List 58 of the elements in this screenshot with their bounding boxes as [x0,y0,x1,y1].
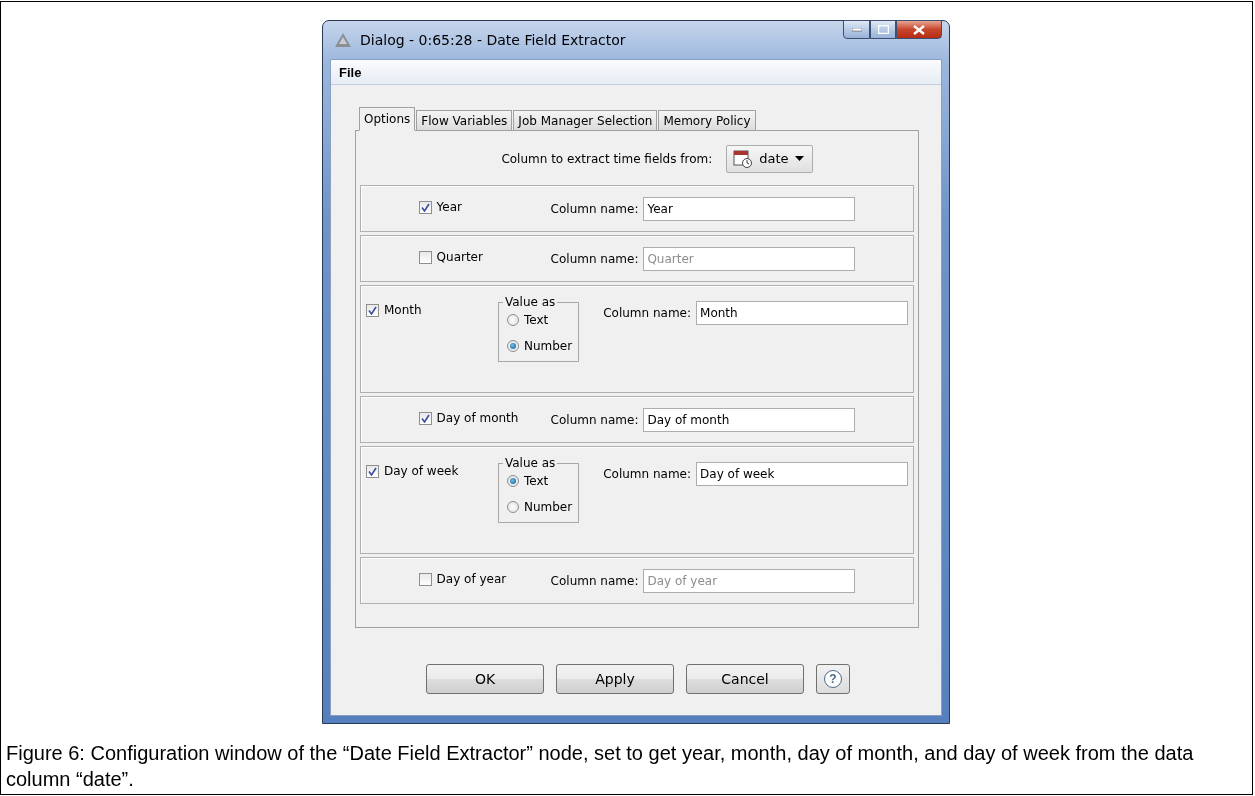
field-label: Column name: [550,574,639,588]
dialog-button[interactable]: OK [426,664,544,694]
checkbox-label: Month [383,303,422,317]
window-title: Dialog - 0:65:28 - Date Field Extractor [360,32,626,48]
app-icon [334,32,352,48]
checkbox[interactable] [365,303,379,317]
group-title: Value as [503,295,557,309]
close-icon [913,24,925,35]
checkbox-label: Day of year [436,572,507,586]
minimize-button[interactable] [843,20,870,39]
help-button[interactable]: ? [816,664,850,694]
tab[interactable]: Memory Policy [658,110,756,131]
radio-button[interactable] [506,475,519,487]
figure-caption: Figure 6: Configuration window of the “Date Field Extractor” node, set to get year, month, day of month, and day of week from the data column “date”. [6,741,1195,792]
group-title: Value as [503,456,557,470]
check-icon [367,305,377,315]
checkbox[interactable] [418,572,432,586]
radio-label: Text [523,313,549,327]
tab[interactable]: Options [359,107,416,131]
checkbox-label: Day of week [383,464,459,478]
radio-button[interactable] [506,340,519,352]
close-button[interactable] [896,20,942,39]
field-label: Column name: [550,413,639,427]
minimize-icon [851,27,862,32]
field-label: Column name: [550,202,639,216]
radio-label: Text [523,474,549,488]
checkbox-label: Day of month [436,411,519,425]
check-icon [367,466,377,476]
column-dropdown[interactable]: date [726,144,813,173]
maximize-button[interactable] [870,20,896,39]
column-name-field[interactable]: Day of month [643,408,856,432]
check-icon [420,202,430,212]
field-label: Column name: [603,306,692,320]
dialog-button[interactable]: Apply [556,664,674,694]
column-name-field[interactable]: Month [696,301,909,325]
checkbox[interactable] [365,464,379,478]
column-name-field[interactable]: Year [643,197,856,221]
field-label: Column name: [550,252,639,266]
tab[interactable]: Flow Variables [416,110,513,131]
checkbox[interactable] [418,411,432,425]
checkbox[interactable] [418,250,432,264]
checkbox-label: Year [436,200,462,214]
caret-icon [794,156,804,161]
dialog-button[interactable]: Cancel [686,664,804,694]
check-icon [420,413,430,423]
menu-item[interactable]: File [339,64,362,80]
column-name-field[interactable]: Day of week [696,462,909,486]
calendar-clock-icon [733,149,754,168]
maximize-icon [877,25,889,34]
radio-label: Number [523,339,573,353]
tab[interactable]: Job Manager Selection [513,110,658,131]
radio-label: Number [523,500,573,514]
checkbox[interactable] [418,200,432,214]
field-label: Column to extract time fields from: [501,151,713,166]
radio-button[interactable] [506,314,519,326]
checkbox-label: Quarter [436,250,483,264]
radio-button[interactable] [506,501,519,513]
field-label: Column name: [603,467,692,481]
